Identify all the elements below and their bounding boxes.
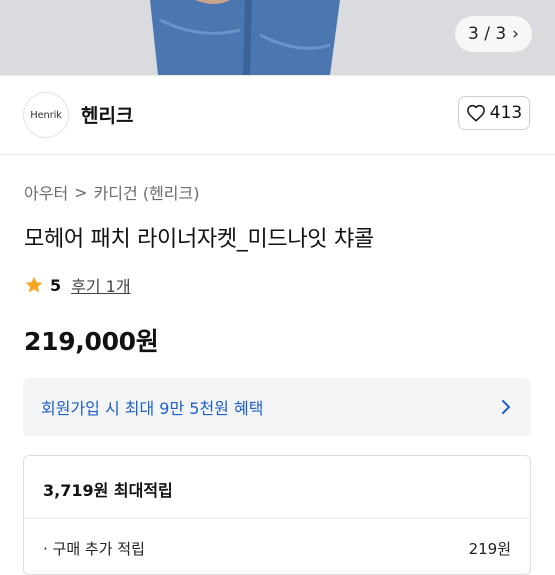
image-counter-text: 3 / 3 xyxy=(468,24,507,44)
breadcrumb: 아우터 > 카디건 (헨리크) xyxy=(24,180,199,204)
divider xyxy=(24,518,530,519)
chevron-right-icon: > xyxy=(74,182,88,202)
brand-logo[interactable]: Henrik xyxy=(23,92,69,138)
product-image-gallery[interactable]: 3 / 3 › xyxy=(0,0,555,75)
like-count: 413 xyxy=(489,103,523,123)
signup-benefit-text: 회원가입 시 최대 9만 5천원 혜택 xyxy=(41,399,264,418)
chevron-right-icon: › xyxy=(512,23,519,44)
like-button[interactable]: 413 xyxy=(458,96,530,130)
brand-row: Henrik 헨리크 413 xyxy=(0,76,555,154)
breadcrumb-subcategory[interactable]: 카디건 (헨리크) xyxy=(94,180,200,204)
product-title: 모헤어 패치 라이너자켓_미드나잇 챠콜 xyxy=(24,227,374,252)
product-price: 219,000원 xyxy=(24,327,159,356)
rating-score: 5 xyxy=(50,275,62,295)
points-row-value: 219원 xyxy=(468,540,511,558)
points-row-label: · 구매 추가 적립 xyxy=(43,540,145,558)
image-counter[interactable]: 3 / 3 › xyxy=(455,16,532,52)
brand-logo-text: Henrik xyxy=(30,109,62,121)
max-points-title: 3,719원 최대적립 xyxy=(43,481,173,500)
chevron-right-icon xyxy=(502,400,510,414)
brand-name[interactable]: 헨리크 xyxy=(81,101,133,128)
star-icon xyxy=(25,276,43,293)
heart-icon xyxy=(466,104,485,122)
points-box: 3,719원 최대적립 · 구매 추가 적립 219원 xyxy=(23,455,531,575)
rating: 5 후기 1개 xyxy=(24,273,131,297)
review-count-link[interactable]: 후기 1개 xyxy=(71,273,130,297)
breadcrumb-category[interactable]: 아우터 xyxy=(24,180,68,204)
divider xyxy=(0,154,555,155)
signup-benefit-banner[interactable]: 회원가입 시 최대 9만 5천원 혜택 xyxy=(23,378,531,436)
points-row: · 구매 추가 적립 219원 xyxy=(43,538,511,559)
